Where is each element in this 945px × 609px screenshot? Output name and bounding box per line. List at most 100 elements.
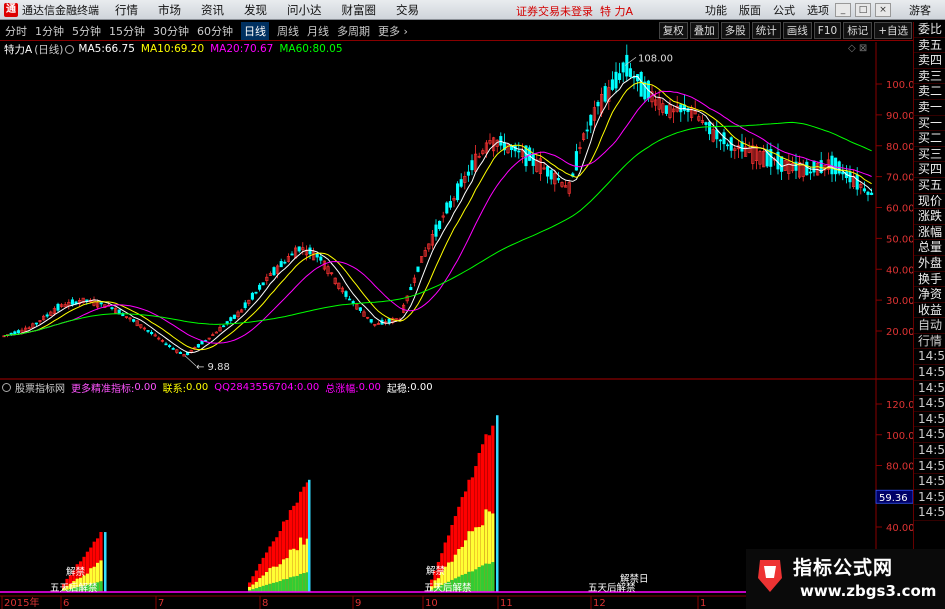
kline-chart[interactable]: 100.090.0080.0070.0060.0050.0040.0030.00… <box>0 0 945 609</box>
candle-body <box>45 314 49 317</box>
side-panel-item[interactable]: 14:50 <box>914 412 945 428</box>
x-tick-label: 7 <box>158 598 164 609</box>
sub-bar-cyan <box>496 415 499 592</box>
side-panel-item[interactable]: 买二 <box>914 131 945 147</box>
candle-body <box>416 266 420 272</box>
side-panel-item[interactable]: 总量 <box>914 240 945 256</box>
candle-body <box>164 343 168 346</box>
candle-body <box>870 192 874 195</box>
side-panel-item[interactable]: 换手 <box>914 272 945 288</box>
candle-body <box>470 160 474 171</box>
candle-body <box>434 224 438 237</box>
side-panel-item[interactable]: 卖五 <box>914 38 945 54</box>
ma20-label: MA20: <box>210 43 244 55</box>
x-tick-label: 10 <box>425 598 438 609</box>
sub-bar-green <box>474 569 478 592</box>
candle-body <box>196 344 200 348</box>
candle-body <box>348 298 352 301</box>
side-panel-item[interactable]: 外盘 <box>914 256 945 272</box>
side-panel-item[interactable]: 涨跌 <box>914 209 945 225</box>
sub-bar-green <box>299 573 303 592</box>
side-panel-item[interactable]: 涨幅 <box>914 225 945 241</box>
side-panel-item[interactable]: 14:50 <box>914 365 945 381</box>
x-tick-label: 6 <box>63 598 69 609</box>
candle-body <box>805 161 809 176</box>
candle-body <box>250 292 254 300</box>
sub-annotation: 解禁 <box>66 566 86 578</box>
side-panel-item[interactable]: 14:50 <box>914 349 945 366</box>
side-panel-item[interactable]: 14:50 <box>914 474 945 490</box>
ma60-value: 80.05 <box>312 43 343 55</box>
sub-ind-value: 0.00 <box>358 382 381 393</box>
candle-body <box>254 291 258 294</box>
sub-bar-green <box>258 586 262 592</box>
sub-bar-green <box>278 581 282 592</box>
candle-body <box>862 188 866 192</box>
side-panel-item[interactable]: 行情 <box>914 334 945 350</box>
sub-chart-name: 股票指标网 <box>15 384 65 395</box>
settings-gear-icon[interactable] <box>65 44 75 54</box>
side-panel-item[interactable]: 14:50 <box>914 505 945 521</box>
side-panel-item[interactable]: 14:50 <box>914 396 945 412</box>
x-tick-label: 12 <box>593 598 606 609</box>
sub-annotation: 五天后解禁 <box>424 582 472 594</box>
side-panel-item[interactable]: 自动 <box>914 318 945 334</box>
side-panel-item[interactable]: 委比 <box>914 22 945 38</box>
side-panel-item[interactable]: 14:50 <box>914 490 945 506</box>
candle-body <box>866 191 870 195</box>
candle-body <box>603 86 607 102</box>
candle-body <box>848 171 852 183</box>
panel-controls[interactable]: ◇ ⊠ <box>848 43 867 54</box>
candle-body <box>56 303 60 311</box>
side-panel-item[interactable]: 卖三 <box>914 69 945 85</box>
side-panel-item[interactable]: 14:50 <box>914 427 945 444</box>
candle-body <box>834 157 838 175</box>
candle-body <box>704 122 708 125</box>
candle-body <box>625 54 629 77</box>
side-panel-item[interactable]: 买五 <box>914 178 945 194</box>
candle-body <box>308 247 312 255</box>
price-tick-label: 60.00 <box>886 204 915 215</box>
ma20-line <box>3 90 872 344</box>
side-panel-item[interactable]: 14:50 <box>914 381 945 397</box>
sub-bar-green <box>282 579 286 592</box>
sub-bar-green <box>302 573 306 592</box>
side-panel-item[interactable]: 卖二 <box>914 84 945 100</box>
side-panel-item[interactable]: 买一 <box>914 116 945 132</box>
sub-chart-header: 股票指标网 更多精准指标: 0.00 联系: 0.00 QQ2843556704: 0… <box>0 381 433 395</box>
side-panel-item[interactable]: 买四 <box>914 162 945 178</box>
candle-body <box>9 332 13 335</box>
ma10-line <box>3 81 872 351</box>
candle-body <box>168 345 172 348</box>
side-panel-item[interactable]: 净资 <box>914 287 945 303</box>
watermark-title: 指标公式网 <box>793 557 894 579</box>
candle-body <box>16 330 20 334</box>
side-panel-item[interactable]: 卖四 <box>914 53 945 69</box>
sub-bar-green <box>292 576 296 592</box>
side-panel-item[interactable]: 14:50 <box>914 459 945 475</box>
sub-ind-value: 0.00 <box>410 382 433 393</box>
current-value-label: 59.36 <box>879 493 908 504</box>
candle-body <box>99 302 103 305</box>
ma10-label: MA10: <box>140 43 175 55</box>
sub-bar-green <box>295 575 299 592</box>
candle-body <box>456 183 460 201</box>
side-panel-item[interactable]: 卖一 <box>914 100 945 116</box>
candle-body <box>715 129 719 140</box>
side-panel-item[interactable]: 收益 <box>914 303 945 319</box>
candle-body <box>556 178 560 181</box>
side-panel-item[interactable]: 现价 <box>914 194 945 210</box>
candle-body <box>110 307 114 310</box>
sub-bar-green <box>261 585 265 592</box>
sub-bar-cyan <box>104 532 107 592</box>
candle-body <box>258 284 262 290</box>
side-panel-item[interactable]: 买三 <box>914 147 945 163</box>
sub-settings-icon[interactable] <box>2 383 11 392</box>
candle-body <box>718 139 722 142</box>
side-panel-item[interactable]: 14:50 <box>914 443 945 459</box>
low-price-label: ← 9.88 <box>196 362 230 373</box>
sub-ind-label: QQ2843556704: <box>214 382 298 393</box>
candle-body <box>639 72 643 97</box>
candle-body <box>596 101 600 107</box>
candle-body <box>409 287 413 291</box>
